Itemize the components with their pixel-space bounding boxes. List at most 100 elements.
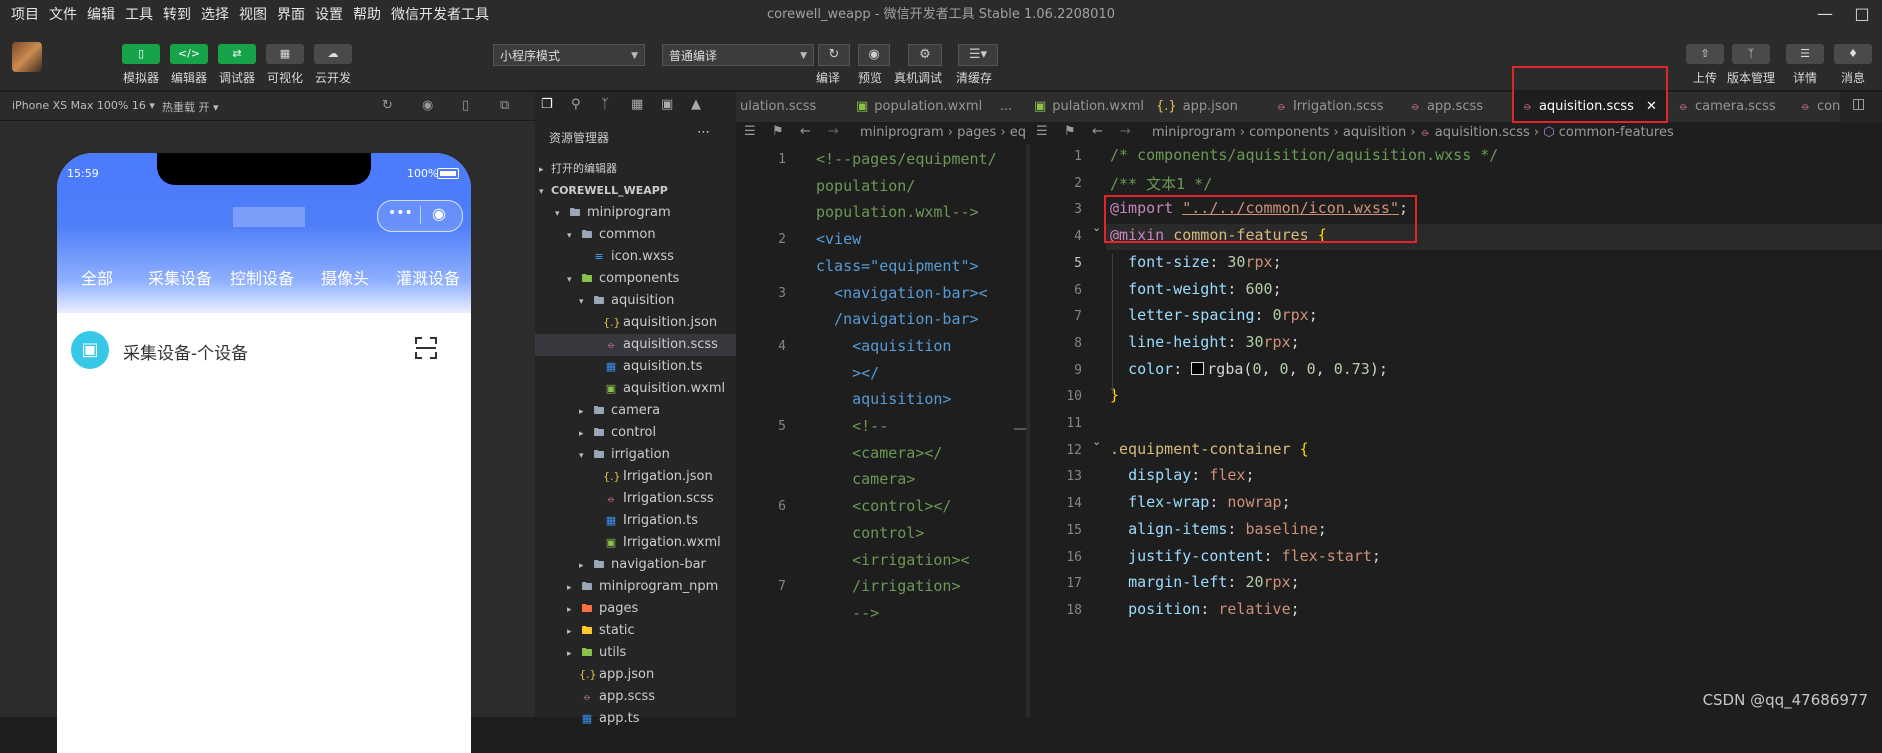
- tree-folder[interactable]: ▸ 🖿 utils: [535, 642, 736, 664]
- code-line[interactable]: /** 文本1 */: [1110, 173, 1212, 194]
- tree-folder[interactable]: ▸ 🖿 miniprogram_npm: [535, 576, 736, 598]
- compile-select[interactable]: 普通编译 ▼: [662, 44, 814, 66]
- tree-file[interactable]: ▣ Irrigation.wxml: [535, 532, 736, 554]
- tree-file[interactable]: {.} Irrigation.json: [535, 466, 736, 488]
- code-line[interactable]: font-weight: 600;: [1110, 280, 1282, 298]
- device-row[interactable]: ▣ 采集设备-个设备: [57, 325, 471, 381]
- editor-tab[interactable]: ▣ pulation.wxml: [1024, 92, 1147, 122]
- code-line[interactable]: population/: [816, 177, 915, 195]
- editor-tab[interactable]: ⦵ app.scss: [1400, 92, 1513, 122]
- list-icon[interactable]: ☰: [744, 124, 756, 139]
- category-tab[interactable]: 摄像头: [321, 265, 369, 289]
- code-line[interactable]: .equipment-container {: [1110, 440, 1309, 458]
- source-control-icon[interactable]: ᛉ: [601, 97, 609, 112]
- layers-icon[interactable]: ☰▾: [958, 44, 998, 66]
- right-breadcrumb[interactable]: miniprogram › components › aquisition › …: [1152, 122, 1674, 144]
- tree-folder[interactable]: ▸ 🖿 camera: [535, 400, 736, 422]
- code-line[interactable]: justify-content: flex-start;: [1110, 547, 1381, 565]
- editor-tab[interactable]: {.} app.json: [1146, 92, 1267, 122]
- record-icon[interactable]: ◉: [422, 98, 433, 113]
- code-line[interactable]: <control></: [816, 497, 951, 515]
- toolbar-label[interactable]: 版本管理: [1723, 69, 1779, 86]
- code-line[interactable]: /irrigation>: [816, 577, 960, 595]
- editor-tab[interactable]: ⦵ Irrigation.scss: [1266, 92, 1401, 122]
- editor-tab[interactable]: ⦵ camera.scss: [1668, 92, 1791, 122]
- code-line[interactable]: control>: [816, 524, 924, 542]
- code-line[interactable]: position: relative;: [1110, 600, 1300, 618]
- tree-file[interactable]: ▦ aquisition.ts: [535, 356, 736, 378]
- back-arrow-icon[interactable]: ←: [800, 124, 811, 139]
- branch-icon[interactable]: ᛉ: [1732, 44, 1770, 64]
- debug-icon[interactable]: ⇄: [218, 44, 256, 64]
- code-line[interactable]: ></: [816, 364, 879, 382]
- rotate-icon[interactable]: ↻: [382, 98, 393, 113]
- split-editor-icon[interactable]: ◫: [1852, 96, 1865, 112]
- code-line[interactable]: <view: [816, 230, 861, 248]
- bookmark-icon[interactable]: ⚑: [1064, 124, 1076, 139]
- forward-arrow-icon[interactable]: →: [1120, 124, 1131, 139]
- phone-icon[interactable]: ▯: [462, 98, 469, 113]
- code-line[interactable]: color: rgba(0, 0, 0, 0.73);: [1110, 360, 1388, 378]
- code-line[interactable]: /* components/aquisition/aquisition.wxss…: [1110, 146, 1498, 164]
- editor-tab[interactable]: ⦵ulation.scss: [736, 92, 847, 122]
- menu-icon[interactable]: ☰: [1786, 44, 1824, 64]
- code-line[interactable]: <camera></: [816, 444, 942, 462]
- eye-icon[interactable]: ◉: [858, 44, 890, 66]
- layout-icon[interactable]: ▦: [266, 44, 304, 64]
- code-line[interactable]: line-height: 30rpx;: [1110, 333, 1300, 351]
- open-editors-section[interactable]: ▸ 打开的编辑器: [535, 158, 736, 180]
- mode-select[interactable]: 小程序模式 ▼: [493, 44, 645, 66]
- project-root[interactable]: ▾ COREWELL_WEAPP: [535, 180, 736, 202]
- code-line[interactable]: letter-spacing: 0rpx;: [1110, 306, 1318, 324]
- code-line[interactable]: align-items: baseline;: [1110, 520, 1327, 538]
- toolbar-label[interactable]: 云开发: [305, 69, 361, 86]
- code-line[interactable]: <irrigation><: [816, 551, 969, 569]
- toolbar-label[interactable]: 真机调试: [890, 69, 946, 86]
- tree-file[interactable]: ≡ icon.wxss: [535, 246, 736, 268]
- scan-icon[interactable]: [415, 337, 437, 359]
- category-tab[interactable]: 采集设备: [148, 265, 212, 289]
- files-icon[interactable]: ❐: [541, 97, 553, 112]
- left-editor[interactable]: 1 <!--pages/equipment/population/populati…: [736, 144, 1026, 717]
- back-arrow-icon[interactable]: ←: [1092, 124, 1103, 139]
- code-line[interactable]: population.wxml-->: [816, 203, 979, 221]
- color-swatch[interactable]: [1191, 361, 1205, 375]
- tree-folder[interactable]: ▸ 🖿 static: [535, 620, 736, 642]
- left-breadcrumb[interactable]: miniprogram › pages › equi: [860, 122, 1026, 144]
- editor-tab[interactable]: ▣ population.wxml: [846, 92, 989, 122]
- tree-file[interactable]: {.} app.json: [535, 664, 736, 686]
- code-line[interactable]: display: flex;: [1110, 466, 1254, 484]
- tree-file[interactable]: ▦ app.ts: [535, 708, 736, 730]
- more-tabs-button[interactable]: ...: [988, 92, 1025, 122]
- capsule-menu[interactable]: ••• ◉: [377, 200, 463, 232]
- docker-icon[interactable]: ▲: [691, 97, 701, 112]
- code-line[interactable]: /navigation-bar>: [816, 310, 979, 328]
- code-line[interactable]: camera>: [816, 470, 915, 488]
- tree-folder[interactable]: ▾ 🖿 irrigation: [535, 444, 736, 466]
- code-line[interactable]: <!--: [816, 417, 888, 435]
- tree-folder[interactable]: ▸ 🖿 control: [535, 422, 736, 444]
- category-tab[interactable]: 灌溉设备: [396, 265, 460, 289]
- editor-tab[interactable]: ⦵ con: [1790, 92, 1841, 122]
- fold-icon[interactable]: ⌄: [1092, 435, 1101, 448]
- code-line[interactable]: aquisition>: [816, 390, 951, 408]
- code-line[interactable]: -->: [816, 604, 879, 622]
- tree-folder[interactable]: ▾ 🖿 common: [535, 224, 736, 246]
- tree-file[interactable]: {.} aquisition.json: [535, 312, 736, 334]
- toolbar-label[interactable]: 清缓存: [946, 69, 1002, 86]
- tree-file[interactable]: ⦵ aquisition.scss: [535, 334, 736, 356]
- bookmark-icon[interactable]: ⚑: [772, 124, 784, 139]
- code-line[interactable]: font-size: 30rpx;: [1110, 253, 1282, 271]
- more-icon[interactable]: ⋯: [697, 125, 710, 140]
- code-icon[interactable]: </>: [170, 44, 208, 64]
- code-line[interactable]: margin-left: 20rpx;: [1110, 573, 1300, 591]
- phone-icon[interactable]: ▯: [122, 44, 160, 64]
- avatar[interactable]: [12, 42, 42, 72]
- search-icon[interactable]: ⚲: [571, 97, 581, 112]
- code-line[interactable]: <aquisition: [816, 337, 951, 355]
- tree-file[interactable]: ▣ aquisition.wxml: [535, 378, 736, 400]
- forward-arrow-icon[interactable]: →: [828, 124, 839, 139]
- extensions-icon[interactable]: ▦: [631, 97, 643, 112]
- code-line[interactable]: <navigation-bar><: [816, 284, 988, 302]
- hot-reload-toggle[interactable]: 热重载 开 ▾: [162, 99, 219, 115]
